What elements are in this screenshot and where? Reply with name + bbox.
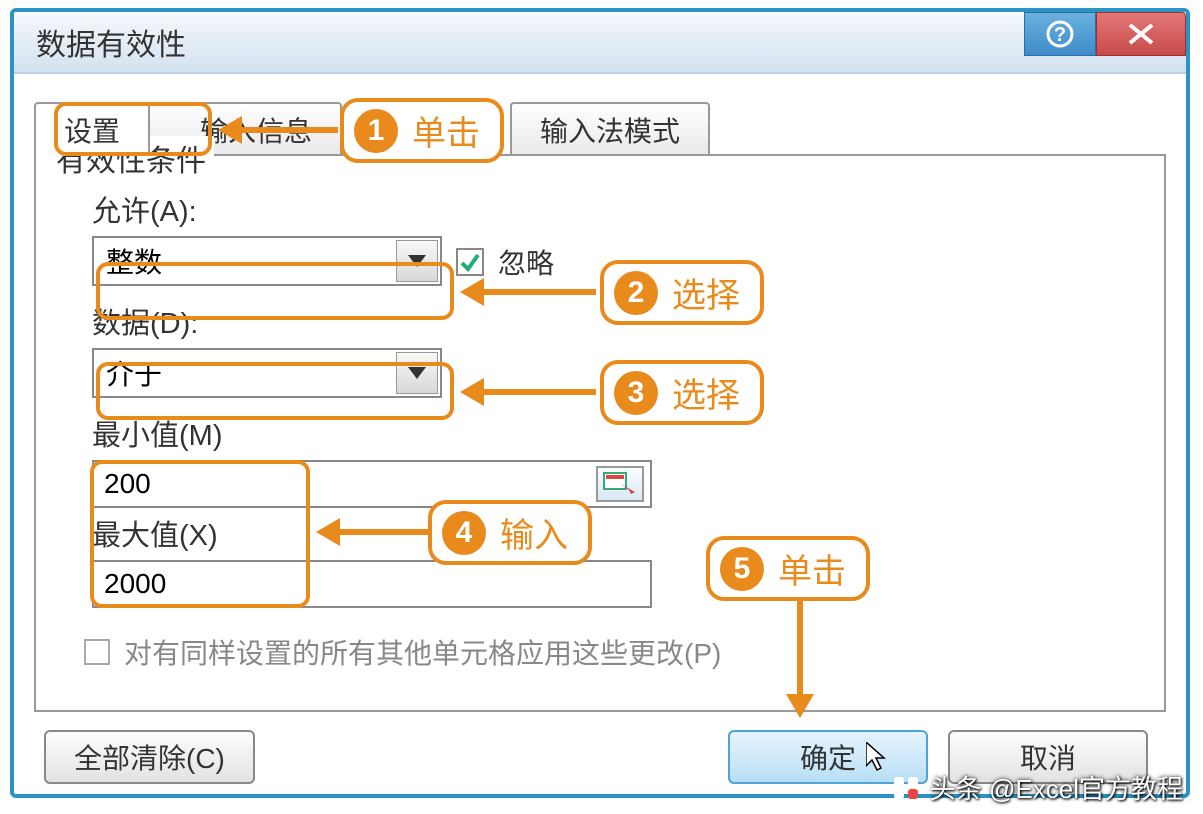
watermark-text: 头条 @Excel官方教程 — [930, 769, 1183, 806]
callout-5-number: 5 — [720, 547, 764, 591]
max-label: 最大值(X) — [92, 512, 1140, 554]
help-icon: ? — [1045, 19, 1075, 49]
ignore-blank-checkbox[interactable] — [456, 248, 484, 276]
arrow-2 — [460, 278, 596, 306]
close-icon — [1124, 21, 1158, 47]
allow-label: 允许(A): — [92, 188, 1140, 230]
arrow-4 — [316, 518, 428, 546]
arrow-5 — [786, 598, 814, 718]
chevron-down-icon — [408, 255, 426, 267]
dialog-title: 数据有效性 — [36, 20, 186, 64]
callout-4: 4 输入 — [428, 500, 592, 565]
data-dropdown-button[interactable] — [396, 352, 438, 394]
chevron-down-icon — [408, 367, 426, 379]
callout-1: 1 单击 — [340, 98, 504, 163]
data-value: 介于 — [106, 353, 162, 393]
cursor-icon — [866, 742, 890, 772]
watermark: 头条 @Excel官方教程 — [892, 769, 1183, 806]
settings-panel: 有效性条件 允许(A): 整数 忽略 数据(D): 介于 — [34, 154, 1166, 712]
callout-3-number: 3 — [614, 371, 658, 415]
svg-text:?: ? — [1054, 24, 1066, 46]
callout-1-text: 单击 — [412, 106, 480, 155]
callout-4-number: 4 — [442, 511, 486, 555]
callout-4-text: 输入 — [500, 508, 568, 557]
arrow-1 — [218, 116, 338, 144]
checkmark-icon — [459, 251, 481, 273]
callout-5: 5 单击 — [706, 536, 870, 601]
callout-1-number: 1 — [354, 109, 398, 153]
apply-all-label: 对有同样设置的所有其他单元格应用这些更改(P) — [124, 632, 721, 672]
clear-all-button[interactable]: 全部清除(C) — [44, 730, 255, 784]
help-button[interactable]: ? — [1024, 12, 1096, 56]
callout-2: 2 选择 — [600, 260, 764, 325]
allow-dropdown-button[interactable] — [396, 240, 438, 282]
allow-value: 整数 — [106, 241, 162, 281]
apply-all-checkbox[interactable] — [84, 639, 110, 665]
callout-3-text: 选择 — [672, 368, 740, 417]
ignore-blank-row: 忽略 — [456, 242, 554, 282]
allow-combobox[interactable]: 整数 — [92, 236, 442, 286]
watermark-logo-icon — [892, 773, 922, 803]
callout-2-text: 选择 — [672, 268, 740, 317]
min-range-button[interactable] — [596, 466, 644, 502]
title-bar: 数据有效性 ? — [14, 12, 1186, 74]
ignore-blank-label: 忽略 — [498, 242, 554, 282]
callout-2-number: 2 — [614, 271, 658, 315]
arrow-3 — [460, 378, 596, 406]
callout-3: 3 选择 — [600, 360, 764, 425]
min-value: 200 — [104, 468, 151, 500]
tab-settings[interactable]: 设置 — [34, 102, 150, 156]
apply-all-row: 对有同样设置的所有其他单元格应用这些更改(P) — [84, 632, 1140, 672]
range-select-icon — [603, 472, 637, 496]
max-value: 2000 — [104, 568, 166, 600]
max-input[interactable]: 2000 — [92, 560, 652, 608]
close-button[interactable] — [1096, 12, 1186, 56]
data-combobox[interactable]: 介于 — [92, 348, 442, 398]
tab-ime-mode[interactable]: 输入法模式 — [510, 102, 710, 156]
callout-5-text: 单击 — [778, 544, 846, 593]
